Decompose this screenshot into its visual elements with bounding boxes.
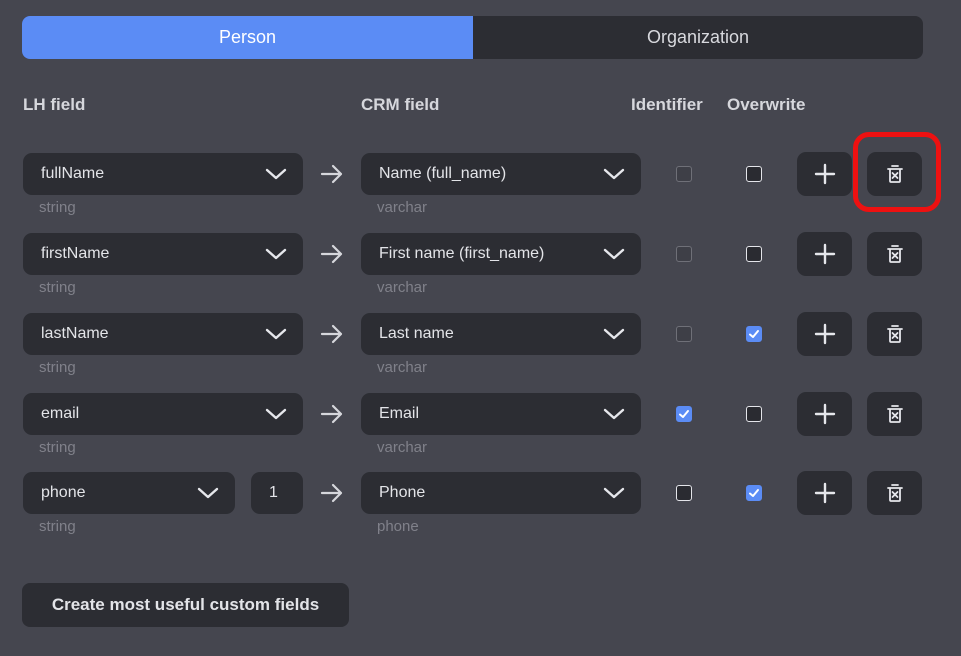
lh-field-type: string — [39, 439, 76, 456]
lh-field-value: lastName — [41, 325, 109, 342]
plus-icon — [814, 243, 835, 265]
add-row-button[interactable] — [797, 312, 852, 356]
mapping-row: lastName string Last name varchar — [0, 312, 961, 393]
chevron-down-icon — [603, 168, 625, 180]
plus-icon — [814, 403, 835, 425]
add-row-button[interactable] — [797, 392, 852, 436]
crm-field-header: CRM field — [361, 95, 440, 114]
crm-field-select[interactable]: Phone — [361, 472, 641, 514]
chevron-down-icon — [603, 487, 625, 499]
checkmark-icon — [679, 410, 689, 418]
chevron-down-icon — [197, 487, 219, 499]
identifier-header: Identifier — [631, 95, 703, 114]
identifier-checkbox[interactable] — [676, 326, 692, 342]
chevron-down-icon — [265, 248, 287, 260]
arrow-right-icon — [320, 404, 343, 424]
delete-row-button[interactable] — [867, 312, 922, 356]
crm-field-value: Email — [379, 405, 420, 422]
lh-field-select[interactable]: lastName — [23, 313, 303, 355]
lh-field-type: string — [39, 199, 76, 216]
crm-field-select[interactable]: Name (full_name) — [361, 153, 641, 195]
add-row-button[interactable] — [797, 471, 852, 515]
lh-field-select[interactable]: fullName — [23, 153, 303, 195]
lh-field-select[interactable]: email — [23, 393, 303, 435]
crm-field-mapping-panel: Person Organization LH field CRM field I… — [0, 0, 961, 656]
lh-field-type: string — [39, 359, 76, 376]
plus-icon — [814, 482, 835, 504]
identifier-checkbox[interactable] — [676, 485, 692, 501]
overwrite-checkbox[interactable] — [746, 326, 762, 342]
crm-field-select[interactable]: Last name — [361, 313, 641, 355]
chevron-down-icon — [603, 248, 625, 260]
crm-field-select[interactable]: Email — [361, 393, 641, 435]
trash-icon — [886, 165, 903, 183]
mapping-row: email string Email varchar — [0, 392, 961, 473]
chevron-down-icon — [265, 328, 287, 340]
plus-icon — [814, 163, 835, 185]
lh-field-type: string — [39, 279, 76, 296]
lh-field-select[interactable]: firstName — [23, 233, 303, 275]
identifier-checkbox[interactable] — [676, 246, 692, 262]
lh-field-select[interactable]: phone — [23, 472, 235, 514]
crm-field-type: varchar — [377, 199, 428, 216]
checkmark-icon — [749, 330, 759, 338]
create-custom-fields-button[interactable]: Create most useful custom fields — [22, 583, 349, 627]
overwrite-checkbox[interactable] — [746, 485, 762, 501]
trash-icon — [886, 405, 903, 423]
identifier-checkbox[interactable] — [676, 166, 692, 182]
trash-icon — [886, 325, 903, 343]
crm-field-type: varchar — [377, 279, 428, 296]
crm-field-type: varchar — [377, 359, 428, 376]
crm-field-value: First name (first_name) — [379, 245, 545, 262]
crm-field-type: phone — [377, 518, 419, 535]
entity-tabs: Person Organization — [22, 16, 923, 59]
overwrite-checkbox[interactable] — [746, 246, 762, 262]
trash-icon — [886, 484, 903, 502]
identifier-checkbox[interactable] — [676, 406, 692, 422]
overwrite-header: Overwrite — [727, 95, 806, 114]
overwrite-checkbox[interactable] — [746, 166, 762, 182]
mapping-row: firstName string First name (first_name)… — [0, 232, 961, 313]
lh-field-value: phone — [41, 484, 86, 501]
mapping-row: fullName string Name (full_name) varchar — [0, 152, 961, 233]
tab-organization[interactable]: Organization — [473, 16, 923, 59]
chevron-down-icon — [265, 168, 287, 180]
delete-row-button[interactable] — [867, 471, 922, 515]
lh-field-header: LH field — [23, 95, 86, 114]
chevron-down-icon — [603, 408, 625, 420]
crm-field-type: varchar — [377, 439, 428, 456]
arrow-right-icon — [320, 164, 343, 184]
mapping-row: phone 1 string Phone phone — [0, 471, 961, 552]
lh-field-value: fullName — [41, 165, 105, 182]
arrow-right-icon — [320, 244, 343, 264]
chevron-down-icon — [603, 328, 625, 340]
add-row-button[interactable] — [797, 152, 852, 196]
plus-icon — [814, 323, 835, 345]
delete-row-button[interactable] — [867, 152, 922, 196]
crm-field-select[interactable]: First name (first_name) — [361, 233, 641, 275]
delete-row-button[interactable] — [867, 232, 922, 276]
tab-person[interactable]: Person — [22, 16, 473, 59]
checkmark-icon — [749, 489, 759, 497]
crm-field-value: Last name — [379, 325, 454, 342]
delete-row-button[interactable] — [867, 392, 922, 436]
lh-field-value: email — [41, 405, 80, 422]
chevron-down-icon — [265, 408, 287, 420]
crm-field-value: Phone — [379, 484, 426, 501]
overwrite-checkbox[interactable] — [746, 406, 762, 422]
arrow-right-icon — [320, 483, 343, 503]
arrow-right-icon — [320, 324, 343, 344]
lh-field-value: firstName — [41, 245, 110, 262]
crm-field-value: Name (full_name) — [379, 165, 507, 182]
add-row-button[interactable] — [797, 232, 852, 276]
field-index-input[interactable]: 1 — [251, 472, 303, 514]
trash-icon — [886, 245, 903, 263]
lh-field-type: string — [39, 518, 76, 535]
